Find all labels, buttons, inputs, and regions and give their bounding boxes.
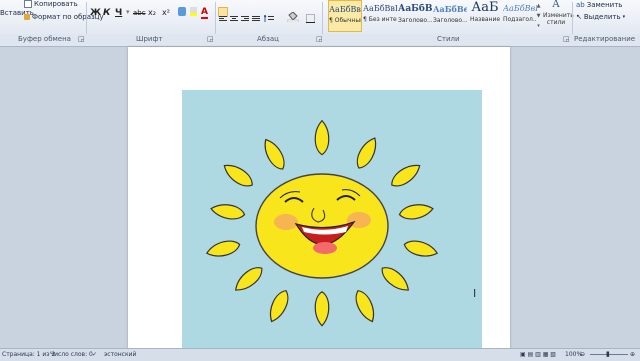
spellcheck-icon[interactable]: ✓ xyxy=(92,351,97,358)
bold-button[interactable]: Ж xyxy=(90,8,101,18)
underline-dropdown-icon[interactable]: ▾ xyxy=(126,8,130,16)
paint-bucket-icon xyxy=(286,11,300,23)
style-name: Подзагол... xyxy=(503,16,537,23)
align-right-icon xyxy=(241,16,249,21)
style-normal[interactable]: АаБбВвГ ¶ Обычный xyxy=(328,0,362,32)
sun-ray xyxy=(205,240,241,257)
style-subtitle[interactable]: АаБбВвЕ Подзагол... xyxy=(503,0,537,32)
style-name: Заголово... xyxy=(398,17,432,24)
zoom-slider-thumb[interactable]: ▮ xyxy=(606,350,610,358)
dialog-launcher-icon[interactable]: ◲ xyxy=(316,35,323,43)
borders-button[interactable] xyxy=(306,8,315,27)
style-heading-2[interactable]: АаБбВе Заголово... xyxy=(433,0,467,32)
copy-button[interactable]: Копировать xyxy=(24,0,78,8)
style-sample: АаБ xyxy=(471,0,499,15)
word-count[interactable]: Число слов: 0 xyxy=(50,351,93,358)
align-left-icon xyxy=(219,16,227,21)
style-name: Название xyxy=(469,16,501,23)
style-title[interactable]: АаБ Название xyxy=(468,0,502,32)
align-center-button[interactable] xyxy=(230,8,238,27)
change-styles-icon: A xyxy=(552,0,560,10)
sun-ray xyxy=(398,204,434,220)
sun-ray xyxy=(264,138,285,170)
document-page[interactable] xyxy=(128,47,510,350)
shading-button[interactable] xyxy=(286,7,300,26)
ribbon-group-labels: Буфер обмена ◲ Шрифт ◲ Абзац ◲ Стили ◲ Р… xyxy=(0,34,640,47)
sun-illustration xyxy=(205,119,439,327)
style-sample: АаБбВвЕ xyxy=(503,4,537,13)
style-name: ¶ Без инте... xyxy=(363,16,397,23)
document-area[interactable]: I xyxy=(0,47,640,350)
sun-ray xyxy=(314,119,330,156)
language-indicator[interactable]: эстонский xyxy=(104,351,136,358)
replace-label: Заменить xyxy=(586,1,623,9)
select-arrow-icon: ↖ xyxy=(576,13,582,21)
justify-icon xyxy=(252,16,260,21)
editing-group-label: Редактирование xyxy=(574,35,636,43)
text-effects-button[interactable] xyxy=(178,7,186,16)
subscript-button[interactable]: x₂ xyxy=(148,8,156,17)
copy-icon xyxy=(24,0,32,8)
style-name: Заголово... xyxy=(433,17,467,24)
align-right-button[interactable] xyxy=(241,8,249,27)
change-styles-button[interactable]: A Изменить стили xyxy=(542,0,574,32)
style-name: ¶ Обычный xyxy=(329,17,361,24)
font-group-label: Шрифт xyxy=(136,35,163,43)
sun-ray xyxy=(223,164,253,187)
text-cursor-icon: I xyxy=(473,287,477,300)
sun-ray xyxy=(210,204,246,220)
zoom-in-icon[interactable]: ⊕ xyxy=(630,351,635,358)
zoom-out-icon[interactable]: ⊖ xyxy=(580,351,585,358)
styles-group-label: Стили xyxy=(437,35,460,43)
align-left-button[interactable] xyxy=(218,7,228,21)
paragraph-group-label: Абзац xyxy=(257,35,279,43)
brush-icon xyxy=(24,14,30,20)
style-sample: АаБбВ xyxy=(398,4,432,14)
align-center-icon xyxy=(230,16,238,21)
sun-ray xyxy=(270,290,289,323)
style-sample: АаБбВвГ xyxy=(329,5,361,14)
dialog-launcher-icon[interactable]: ◲ xyxy=(563,35,570,43)
chevron-down-icon: ▾ xyxy=(622,14,626,20)
clipboard-group-label: Буфер обмена xyxy=(18,35,71,43)
superscript-button[interactable]: x² xyxy=(162,8,170,17)
sun-ray xyxy=(403,240,439,257)
line-spacing-button[interactable] xyxy=(263,8,274,27)
font-color-button[interactable]: A xyxy=(201,8,208,19)
replace-icon: ab xyxy=(576,1,585,9)
styles-scroll[interactable]: ▲ ▼ ▾ xyxy=(536,1,541,31)
sun-ray xyxy=(235,267,263,291)
justify-button[interactable] xyxy=(252,8,260,27)
line-spacing-icon xyxy=(263,13,274,22)
sun-ray xyxy=(355,290,374,323)
style-sample: АаБбВвГ xyxy=(363,4,397,13)
style-no-spacing[interactable]: АаБбВвГ ¶ Без инте... xyxy=(363,0,397,32)
text-effects-icon xyxy=(178,7,186,16)
dialog-launcher-icon[interactable]: ◲ xyxy=(78,35,85,43)
copy-label: Копировать xyxy=(34,0,78,8)
ribbon: Вставить Копировать Формат по образцу Ж … xyxy=(0,0,640,44)
style-heading-1[interactable]: АаБбВ Заголово... xyxy=(398,0,432,32)
highlight-button[interactable] xyxy=(190,7,197,16)
replace-button[interactable]: ab Заменить xyxy=(576,1,622,9)
borders-icon xyxy=(306,14,315,23)
sun-ray xyxy=(391,164,421,187)
select-button[interactable]: ↖ Выделить ▾ xyxy=(576,13,625,21)
dialog-launcher-icon[interactable]: ◲ xyxy=(207,35,214,43)
italic-button[interactable]: К xyxy=(103,8,110,18)
sun-ray xyxy=(381,267,409,291)
status-bar: Страница: 1 из 2 Число слов: 0 ✓ эстонск… xyxy=(0,348,640,361)
strikethrough-button[interactable]: abc xyxy=(133,9,146,17)
page-count[interactable]: Страница: 1 из 2 xyxy=(2,351,55,358)
view-buttons[interactable]: ▣ ▤ ▥ ▦ ▧ xyxy=(520,351,556,358)
sun-ray xyxy=(356,137,377,169)
sun-image[interactable] xyxy=(182,90,482,350)
change-styles-label: Изменить стили xyxy=(543,12,574,26)
sun-ray xyxy=(314,290,330,327)
highlighter-icon xyxy=(190,7,197,16)
style-sample: АаБбВе xyxy=(433,4,467,14)
underline-button[interactable]: Ч xyxy=(115,8,122,18)
select-label: Выделить xyxy=(583,13,621,21)
